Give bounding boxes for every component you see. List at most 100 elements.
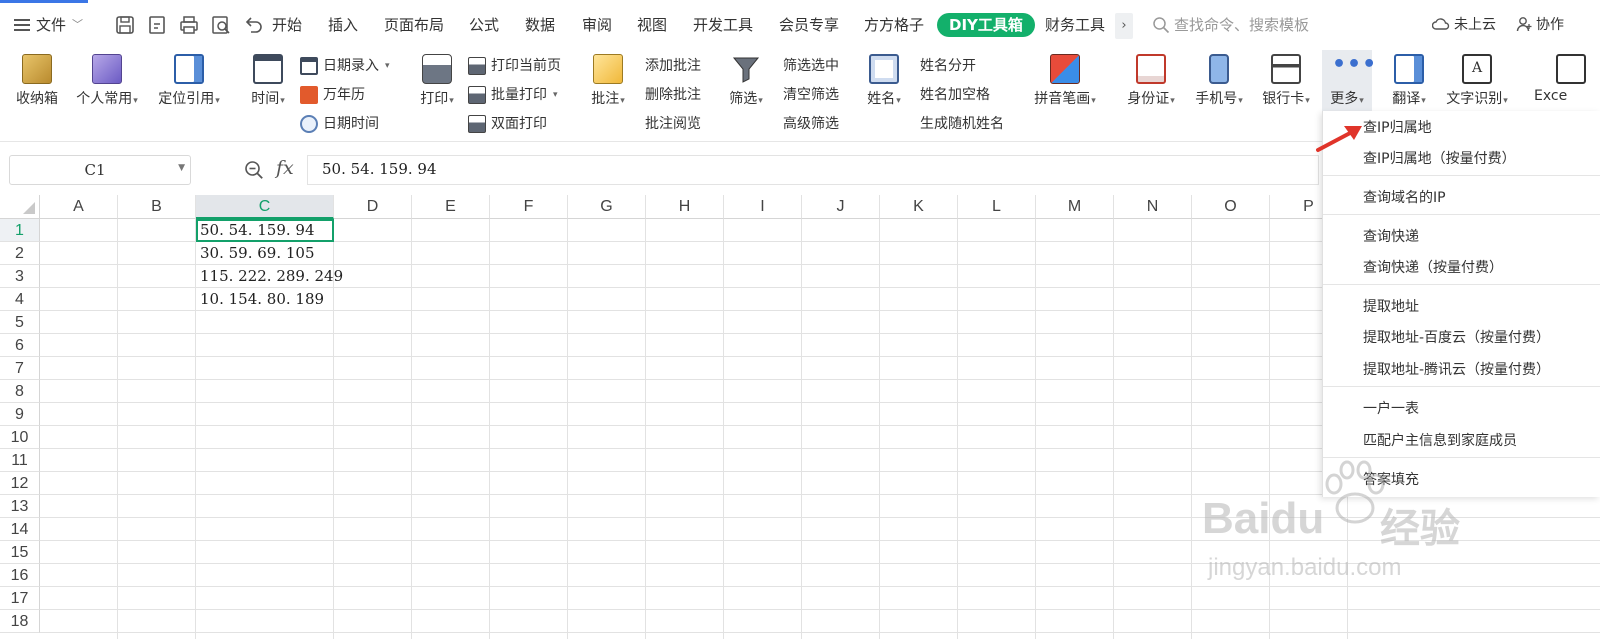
row-header-9[interactable]: 9	[0, 403, 40, 426]
batch-print-button[interactable]: 批量打印 ▾	[468, 84, 558, 106]
clear-filter-button[interactable]: 清空筛选	[783, 84, 839, 106]
toolbox-button[interactable]: 收纳箱	[14, 54, 60, 108]
tab-home[interactable]: 开始	[272, 14, 302, 36]
file-menu[interactable]: 文件 ﹀	[14, 14, 83, 36]
excel-tool-button[interactable]: Exce	[1534, 54, 1600, 104]
name-add-space-button[interactable]: 姓名加空格	[920, 84, 990, 106]
print-icon[interactable]	[178, 14, 200, 36]
read-annotation-button[interactable]: 批注阅览	[645, 113, 701, 135]
tab-view[interactable]: 视图	[637, 14, 667, 36]
select-all-corner[interactable]	[0, 195, 40, 219]
add-annotation-button[interactable]: 添加批注	[645, 55, 701, 77]
column-header-b[interactable]: B	[118, 195, 196, 219]
column-header-f[interactable]: F	[490, 195, 568, 219]
row-header-6[interactable]: 6	[0, 334, 40, 357]
row-header-4[interactable]: 4	[0, 288, 40, 311]
column-header-l[interactable]: L	[958, 195, 1036, 219]
caret-down-icon[interactable]: ▼	[178, 163, 185, 173]
row-header-12[interactable]: 12	[0, 472, 40, 495]
id-card-button[interactable]: 身份证▾	[1122, 54, 1180, 108]
row-header-8[interactable]: 8	[0, 380, 40, 403]
tab-ffcell[interactable]: 方方格子	[864, 14, 924, 36]
row-header-10[interactable]: 10	[0, 426, 40, 449]
menu-item-match-household-members[interactable]: 匹配户主信息到家庭成员	[1363, 428, 1517, 454]
cell-c3[interactable]: 115. 222. 289. 249	[196, 265, 356, 288]
time-button[interactable]: 时间▾	[246, 54, 290, 108]
row-header-14[interactable]: 14	[0, 518, 40, 541]
formula-input[interactable]: 50. 54. 159. 94	[307, 155, 1319, 185]
filter-button[interactable]: 筛选▾	[724, 54, 768, 108]
row-header-15[interactable]: 15	[0, 541, 40, 564]
menu-item-extract-address-baidu[interactable]: 提取地址-百度云（按量付费）	[1363, 325, 1550, 351]
phone-number-button[interactable]: 手机号▾	[1190, 54, 1248, 108]
tab-review[interactable]: 审阅	[582, 14, 612, 36]
column-header-d[interactable]: D	[334, 195, 412, 219]
print-preview-icon[interactable]	[210, 14, 232, 36]
row-header-13[interactable]: 13	[0, 495, 40, 518]
filter-selected-button[interactable]: 筛选选中	[783, 55, 839, 77]
pinyin-stroke-button[interactable]: 拼音笔画▾	[1030, 54, 1100, 108]
column-header-c[interactable]: C	[196, 195, 334, 219]
tab-insert[interactable]: 插入	[328, 14, 358, 36]
undo-icon[interactable]	[242, 14, 264, 36]
date-entry-button[interactable]: 日期录入 ▾	[300, 55, 390, 77]
advanced-filter-button[interactable]: 高级筛选	[783, 113, 839, 135]
column-header-k[interactable]: K	[880, 195, 958, 219]
menu-item-domain-ip[interactable]: 查询域名的IP	[1363, 185, 1446, 211]
annotation-button[interactable]: 批注▾	[586, 54, 630, 108]
column-header-h[interactable]: H	[646, 195, 724, 219]
bank-card-button[interactable]: 银行卡▾	[1257, 54, 1315, 108]
more-button[interactable]: ••• 更多▾	[1324, 54, 1376, 108]
row-header-18[interactable]: 18	[0, 610, 40, 633]
date-time-button[interactable]: 日期时间	[300, 113, 379, 135]
zoom-icon[interactable]	[244, 160, 264, 180]
print-current-page-button[interactable]: 打印当前页	[468, 55, 561, 77]
tab-data[interactable]: 数据	[525, 14, 555, 36]
tab-diy-toolbox[interactable]: DIY工具箱	[937, 13, 1035, 37]
cloud-status[interactable]: 未上云	[1432, 14, 1496, 34]
tab-developer[interactable]: 开发工具	[693, 14, 753, 36]
row-header-1[interactable]: 1	[0, 219, 40, 242]
locate-reference-button[interactable]: 定位引用▾	[153, 54, 225, 108]
menu-item-express[interactable]: 查询快递	[1363, 224, 1419, 250]
menu-item-ip-location[interactable]: 查IP归属地	[1363, 115, 1432, 141]
menu-item-extract-address[interactable]: 提取地址	[1363, 294, 1419, 320]
more-tabs-button[interactable]: ›	[1115, 13, 1133, 39]
row-header-3[interactable]: 3	[0, 265, 40, 288]
row-header-11[interactable]: 11	[0, 449, 40, 472]
split-name-button[interactable]: 姓名分开	[920, 55, 976, 77]
menu-item-extract-address-tencent[interactable]: 提取地址-腾讯云（按量付费）	[1363, 357, 1550, 383]
translate-button[interactable]: 翻译▾	[1386, 54, 1432, 108]
export-pdf-icon[interactable]	[146, 14, 168, 36]
row-header-17[interactable]: 17	[0, 587, 40, 610]
row-header-7[interactable]: 7	[0, 357, 40, 380]
column-header-i[interactable]: I	[724, 195, 802, 219]
column-header-n[interactable]: N	[1114, 195, 1192, 219]
menu-item-express-paid[interactable]: 查询快递（按量付费）	[1363, 255, 1503, 281]
row-header-16[interactable]: 16	[0, 564, 40, 587]
name-box[interactable]: C1 ▼	[9, 155, 191, 185]
personal-common-button[interactable]: 个人常用▾	[72, 54, 142, 108]
column-header-m[interactable]: M	[1036, 195, 1114, 219]
menu-item-answer-fill[interactable]: 答案填充	[1363, 467, 1419, 493]
delete-annotation-button[interactable]: 删除批注	[645, 84, 701, 106]
column-header-j[interactable]: J	[802, 195, 880, 219]
duplex-print-button[interactable]: 双面打印	[468, 113, 547, 135]
column-header-e[interactable]: E	[412, 195, 490, 219]
cell-c1[interactable]: 50. 54. 159. 94	[196, 219, 334, 242]
tab-formulas[interactable]: 公式	[469, 14, 499, 36]
random-name-button[interactable]: 生成随机姓名	[920, 113, 1004, 135]
command-search[interactable]: 查找命令、搜索模板	[1152, 14, 1309, 35]
print-menu-button[interactable]: 打印▾	[415, 54, 459, 108]
column-header-g[interactable]: G	[568, 195, 646, 219]
insert-function-icon[interactable]: fx	[276, 157, 294, 179]
cell-c2[interactable]: 30. 59. 69. 105	[196, 242, 356, 265]
ocr-button[interactable]: A 文字识别▾	[1442, 54, 1512, 108]
column-header-a[interactable]: A	[40, 195, 118, 219]
column-header-o[interactable]: O	[1192, 195, 1270, 219]
name-button[interactable]: 姓名▾	[862, 54, 906, 108]
menu-item-ip-location-paid[interactable]: 查IP归属地（按量付费）	[1363, 146, 1516, 172]
tab-member[interactable]: 会员专享	[779, 14, 839, 36]
save-icon[interactable]	[114, 14, 136, 36]
menu-item-household-table[interactable]: 一户一表	[1363, 396, 1419, 422]
